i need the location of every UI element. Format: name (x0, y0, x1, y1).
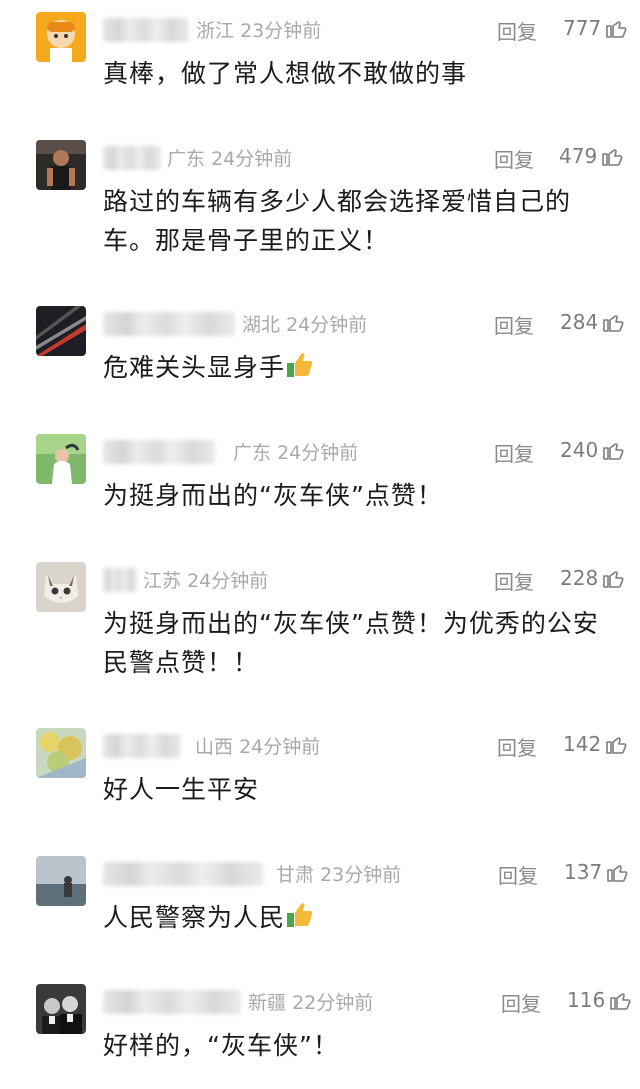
comment-text: 好样的，“灰车侠”！ (103, 1031, 339, 1060)
comment-text: 为挺身而出的“灰车侠”点赞！ (103, 481, 443, 510)
like-count: 240 (560, 438, 599, 462)
like-count: 777 (563, 16, 602, 40)
timestamp: 23分钟前 (240, 20, 322, 42)
comment-text: 真棒，做了常人想做不敢做的事 (103, 59, 468, 88)
avatar[interactable] (36, 984, 86, 1034)
reply-button[interactable]: 回复 (497, 16, 537, 45)
reply-button[interactable]: 回复 (494, 144, 534, 173)
timestamp: 24分钟前 (211, 148, 293, 170)
comment-meta: 江苏 24分钟前 (143, 566, 268, 593)
username-blurred[interactable] (103, 440, 215, 464)
thumbs-up-outline-icon (603, 443, 624, 460)
like-button[interactable]: 777 (563, 16, 628, 40)
thumbs-up-outline-icon (607, 865, 628, 882)
thumbs-up-outline-icon (606, 737, 627, 754)
location-label: 新疆 (248, 992, 287, 1014)
timestamp: 23分钟前 (320, 864, 402, 886)
comment-meta: 浙江 23分钟前 (196, 16, 321, 43)
comment-text-content: 危难关头显身手 (103, 353, 286, 382)
comment-meta: 新疆 22分钟前 (248, 988, 373, 1015)
like-count: 116 (567, 988, 606, 1012)
timestamp: 24分钟前 (286, 314, 368, 336)
location-label: 山西 (195, 736, 234, 758)
username-blurred[interactable] (103, 146, 161, 170)
thumbs-up-emoji-icon (287, 903, 313, 927)
comment-meta: 甘肃 23分钟前 (276, 860, 401, 887)
like-count: 228 (560, 566, 599, 590)
like-button[interactable]: 228 (560, 566, 625, 590)
thumbs-up-emoji-icon (287, 353, 313, 377)
comment-text-content: 人民警察为人民 (103, 903, 286, 932)
location-label: 浙江 (196, 20, 235, 42)
timestamp: 24分钟前 (277, 442, 359, 464)
like-count: 142 (563, 732, 602, 756)
location-label: 广东 (233, 442, 272, 464)
reply-button[interactable]: 回复 (497, 732, 537, 761)
like-button[interactable]: 137 (564, 860, 629, 884)
like-button[interactable]: 240 (560, 438, 625, 462)
username-blurred[interactable] (103, 18, 189, 42)
avatar[interactable] (36, 562, 86, 612)
reply-button[interactable]: 回复 (494, 566, 534, 595)
location-label: 江苏 (143, 570, 182, 592)
like-button[interactable]: 142 (563, 732, 628, 756)
thumbs-up-outline-icon (606, 21, 627, 38)
thumbs-up-outline-icon (603, 315, 624, 332)
timestamp: 24分钟前 (187, 570, 269, 592)
comment-meta: 湖北 24分钟前 (242, 310, 367, 337)
timestamp: 24分钟前 (239, 736, 321, 758)
comment-meta: 山西 24分钟前 (195, 732, 320, 759)
location-label: 甘肃 (276, 864, 315, 886)
like-button[interactable]: 116 (567, 988, 632, 1012)
reply-button[interactable]: 回复 (501, 988, 541, 1017)
location-label: 湖北 (242, 314, 281, 336)
avatar[interactable] (36, 856, 86, 906)
username-blurred[interactable] (103, 734, 181, 758)
timestamp: 22分钟前 (292, 992, 374, 1014)
comment-text: 路过的车辆有多少人都会选择爱惜自己的车。那是骨子里的正义！ (103, 187, 572, 255)
username-blurred[interactable] (103, 568, 137, 592)
like-count: 137 (564, 860, 603, 884)
comment-meta: 广东 24分钟前 (167, 144, 292, 171)
reply-button[interactable]: 回复 (494, 438, 534, 467)
username-blurred[interactable] (103, 862, 263, 886)
avatar[interactable] (36, 728, 86, 778)
comment-text: 人民警察为人民 (103, 898, 623, 937)
like-button[interactable]: 479 (559, 144, 624, 168)
comment-text: 危难关头显身手 (103, 348, 623, 387)
thumbs-up-outline-icon (603, 571, 624, 588)
comment-text: 好人一生平安 (103, 775, 260, 804)
username-blurred[interactable] (103, 990, 241, 1014)
comment-text: 为挺身而出的“灰车侠”点赞！为优秀的公安民警点赞！！ (103, 609, 599, 677)
username-blurred[interactable] (103, 312, 235, 336)
avatar[interactable] (36, 140, 86, 190)
avatar[interactable] (36, 12, 86, 62)
comment-meta: 广东 24分钟前 (233, 438, 358, 465)
like-count: 284 (560, 310, 599, 334)
like-button[interactable]: 284 (560, 310, 625, 334)
like-count: 479 (559, 144, 598, 168)
thumbs-up-outline-icon (610, 993, 631, 1010)
reply-button[interactable]: 回复 (498, 860, 538, 889)
avatar[interactable] (36, 306, 86, 356)
location-label: 广东 (167, 148, 206, 170)
thumbs-up-outline-icon (602, 149, 623, 166)
avatar[interactable] (36, 434, 86, 484)
reply-button[interactable]: 回复 (494, 310, 534, 339)
